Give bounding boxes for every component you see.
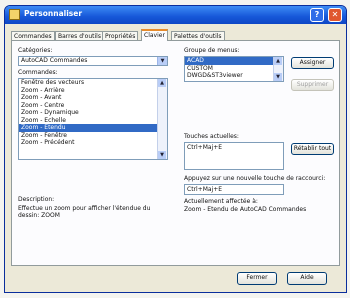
current-keys-box[interactable]: Ctrl+Maj+E	[184, 142, 284, 170]
remove-button[interactable]: Supprimer	[291, 79, 334, 91]
scroll-down-icon[interactable]: ▼	[158, 151, 166, 159]
command-list-item[interactable]: Fenêtre des vecteurs	[19, 79, 167, 87]
command-list-item[interactable]: Zoom - Fenêtre	[19, 132, 167, 140]
command-list-item[interactable]: Zoom - Etendu	[19, 124, 167, 132]
window-title: Personnaliser	[24, 9, 83, 18]
scroll-down-icon[interactable]: ▼	[274, 73, 282, 81]
help-button[interactable]: Aide	[287, 272, 327, 285]
reset-all-button[interactable]: Rétablir tout	[291, 143, 334, 155]
command-list-item[interactable]: Zoom - Arrière	[19, 87, 167, 95]
help-title-button[interactable]: ?	[310, 8, 324, 22]
categories-select[interactable]: AutoCAD Commandes ▼	[18, 56, 168, 66]
current-keys-label: Touches actuelles:	[184, 133, 239, 140]
menu-group-listbox[interactable]: ACAD CUSTOM DWGD&ST3viewer ▲ ▼	[184, 56, 284, 82]
menu-group-item[interactable]: ACAD	[185, 57, 283, 65]
commands-label: Commandes:	[18, 69, 58, 76]
menu-group-label: Groupe de menus:	[184, 47, 240, 54]
description-text: Effectue un zoom pour afficher l'étendue…	[18, 205, 151, 219]
command-list-item[interactable]: Zoom - Dynamique	[19, 109, 167, 117]
currently-assigned-value: Zoom - Etendu de AutoCAD Commandes	[184, 206, 307, 213]
title-bar[interactable]: Personnaliser ? ✕	[5, 6, 346, 24]
categories-label: Catégories:	[18, 47, 53, 54]
categories-value: AutoCAD Commandes	[21, 57, 88, 64]
command-list-item[interactable]: Zoom - Centre	[19, 102, 167, 110]
menu-group-scrollbar[interactable]: ▲ ▼	[273, 57, 283, 81]
new-shortcut-label: Appuyez sur une nouvelle touche de racco…	[184, 175, 326, 182]
tab-clavier[interactable]: Clavier	[141, 29, 168, 41]
menu-group-item[interactable]: CUSTOM	[185, 65, 283, 73]
currently-assigned-label: Actuellement affectée à:	[184, 198, 258, 205]
customize-dialog: Personnaliser ? ✕ Commandes Barres d'out…	[4, 5, 347, 293]
menu-group-item[interactable]: DWGD&ST3viewer	[185, 72, 283, 80]
command-list-item[interactable]: Zoom - Précédent	[19, 139, 167, 147]
app-icon	[9, 9, 20, 20]
scroll-up-icon[interactable]: ▲	[158, 79, 166, 87]
command-list-item[interactable]: Zoom - Avant	[19, 94, 167, 102]
description-label: Description:	[18, 196, 55, 203]
new-shortcut-input[interactable]: Ctrl+Maj+E	[184, 184, 284, 195]
keyboard-panel: Catégories: AutoCAD Commandes ▼ Commande…	[11, 40, 340, 266]
chevron-down-icon[interactable]: ▼	[157, 57, 167, 65]
commands-listbox[interactable]: Fenêtre des vecteurs Zoom - Arrière Zoom -…	[18, 78, 168, 160]
scroll-up-icon[interactable]: ▲	[274, 57, 282, 65]
close-title-button[interactable]: ✕	[328, 8, 342, 22]
command-list-item[interactable]: Zoom - Echelle	[19, 117, 167, 125]
assign-button[interactable]: Assigner	[291, 57, 334, 69]
commands-scrollbar[interactable]: ▲ ▼	[157, 79, 167, 159]
close-button[interactable]: Fermer	[237, 272, 277, 285]
